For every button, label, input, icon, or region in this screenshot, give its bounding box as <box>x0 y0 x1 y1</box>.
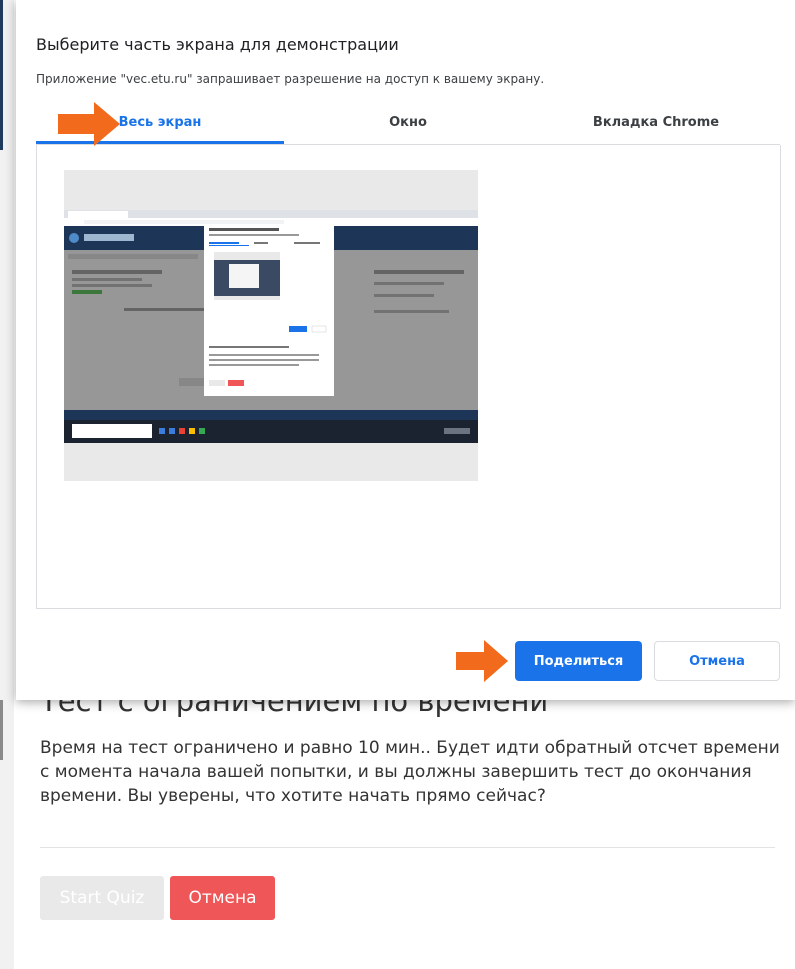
screen-preview-area <box>36 145 781 609</box>
share-tabs: Весь экран Окно Вкладка Chrome <box>36 102 780 144</box>
quiz-cancel-button[interactable]: Отмена <box>170 876 275 920</box>
tab-chrome-tab[interactable]: Вкладка Chrome <box>532 102 780 142</box>
quiz-divider <box>40 847 775 848</box>
screen-thumbnail-image <box>64 210 478 443</box>
orange-pointer-arrow-icon <box>456 640 508 682</box>
screen-thumbnail-graphic <box>64 210 478 443</box>
share-button[interactable]: Поделиться <box>515 641 642 681</box>
screen-thumbnail[interactable] <box>64 170 478 481</box>
orange-pointer-arrow-icon <box>58 102 120 146</box>
quiz-description: Время на тест ограничено и равно 10 мин.… <box>40 738 780 806</box>
tab-window[interactable]: Окно <box>284 102 532 142</box>
screen-share-dialog: Выберите часть экрана для демонстрации П… <box>16 0 795 700</box>
dialog-subtitle: Приложение "vec.etu.ru" запрашивает разр… <box>36 72 545 86</box>
start-quiz-button[interactable]: Start Quiz <box>40 876 164 920</box>
dialog-cancel-button[interactable]: Отмена <box>654 641 780 681</box>
page-left-edge <box>0 0 14 969</box>
dialog-title: Выберите часть экрана для демонстрации <box>36 35 399 54</box>
